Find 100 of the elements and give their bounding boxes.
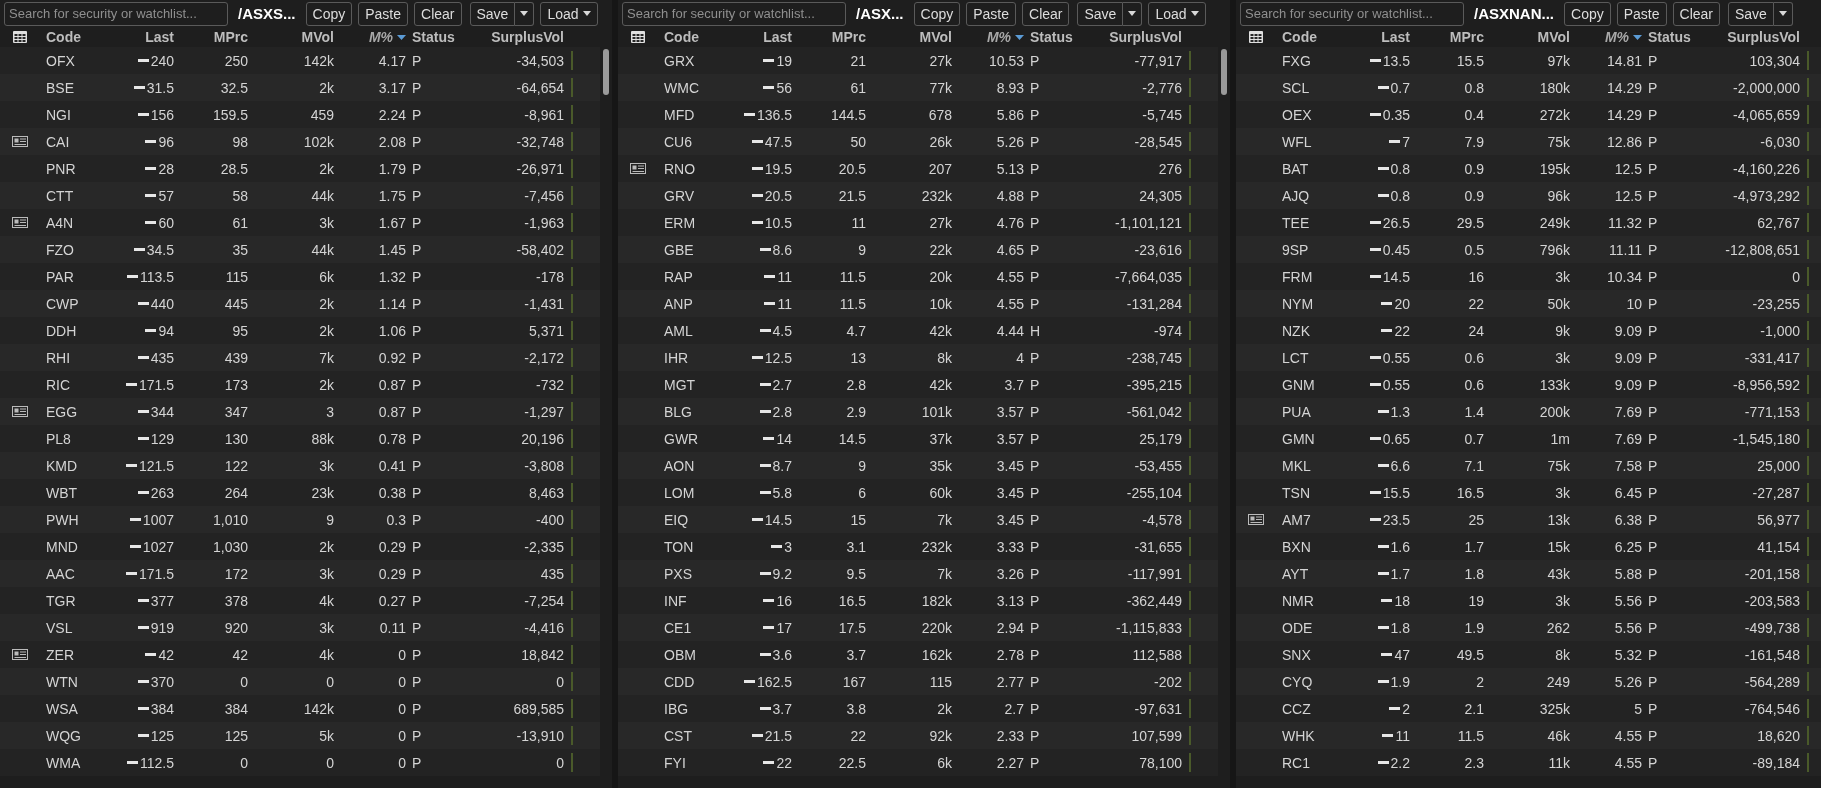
column-header[interactable]: Last (102, 29, 174, 45)
security-code[interactable]: OBM (658, 646, 720, 663)
security-code[interactable]: RC1 (1276, 754, 1338, 771)
security-code[interactable]: CST (658, 727, 720, 744)
security-code[interactable]: ODE (1276, 619, 1338, 636)
dropdown-button[interactable] (1123, 1, 1143, 26)
security-code[interactable]: GRX (658, 52, 720, 69)
security-code[interactable]: GWR (658, 430, 720, 447)
column-header[interactable]: Status (1024, 29, 1080, 45)
security-code[interactable]: TGR (40, 592, 102, 609)
security-code[interactable]: GNM (1276, 376, 1338, 393)
search-field[interactable]: Search for security or watchlist... (1240, 1, 1464, 26)
security-code[interactable]: MND (40, 538, 102, 555)
security-code[interactable]: NYM (1276, 295, 1338, 312)
security-code[interactable]: GBE (658, 241, 720, 258)
security-code[interactable]: BXN (1276, 538, 1338, 555)
column-header[interactable]: SurplusVol (1080, 29, 1182, 45)
column-header[interactable]: Code (40, 29, 102, 45)
security-code[interactable]: WTN (40, 673, 102, 690)
security-code[interactable]: SCL (1276, 79, 1338, 96)
column-header[interactable]: MVol (248, 29, 334, 45)
search-field[interactable]: Search for security or watchlist... (4, 1, 228, 26)
save-button[interactable]: Save (1728, 1, 1774, 26)
security-code[interactable]: INF (658, 592, 720, 609)
security-code[interactable]: CU6 (658, 133, 720, 150)
column-header[interactable]: MVol (866, 29, 952, 45)
security-code[interactable]: ANP (658, 295, 720, 312)
column-header[interactable]: Last (1338, 29, 1410, 45)
column-header[interactable]: MPrc (1410, 29, 1484, 45)
security-code[interactable]: PAR (40, 268, 102, 285)
security-code[interactable]: RIC (40, 376, 102, 393)
security-code[interactable]: KMD (40, 457, 102, 474)
security-code[interactable]: AM7 (1276, 511, 1338, 528)
security-code[interactable]: WFL (1276, 133, 1338, 150)
column-header[interactable]: M% (1570, 29, 1642, 45)
security-code[interactable]: FYI (658, 754, 720, 771)
scrollbar-thumb[interactable] (1221, 49, 1227, 95)
dropdown-button[interactable] (515, 1, 535, 26)
security-code[interactable]: RNO (658, 160, 720, 177)
security-code[interactable]: CE1 (658, 619, 720, 636)
column-header[interactable]: Code (658, 29, 720, 45)
security-code[interactable]: PUA (1276, 403, 1338, 420)
dropdown-button[interactable] (1773, 1, 1793, 26)
security-code[interactable]: TON (658, 538, 720, 555)
security-code[interactable]: FZO (40, 241, 102, 258)
column-header[interactable]: Status (1642, 29, 1698, 45)
security-code[interactable]: RHI (40, 349, 102, 366)
security-code[interactable]: ZER (40, 646, 102, 663)
security-code[interactable]: CWP (40, 295, 102, 312)
security-code[interactable]: BAT (1276, 160, 1338, 177)
security-code[interactable]: AAC (40, 565, 102, 582)
toolbar-button[interactable]: Clear (1672, 1, 1720, 26)
security-code[interactable]: WSA (40, 700, 102, 717)
toolbar-button[interactable]: Copy (1564, 1, 1611, 26)
security-code[interactable]: RAP (658, 268, 720, 285)
security-code[interactable]: BSE (40, 79, 102, 96)
security-code[interactable]: CDD (658, 673, 720, 690)
security-code[interactable]: WBT (40, 484, 102, 501)
security-code[interactable]: NGI (40, 106, 102, 123)
security-code[interactable]: IBG (658, 700, 720, 717)
security-code[interactable]: WMA (40, 754, 102, 771)
security-code[interactable]: NMR (1276, 592, 1338, 609)
security-code[interactable]: PL8 (40, 430, 102, 447)
security-code[interactable]: PNR (40, 160, 102, 177)
column-header[interactable]: SurplusVol (1698, 29, 1800, 45)
security-code[interactable]: VSL (40, 619, 102, 636)
security-code[interactable]: 9SP (1276, 241, 1338, 258)
security-code[interactable]: FXG (1276, 52, 1338, 69)
security-code[interactable]: AON (658, 457, 720, 474)
security-code[interactable]: MGT (658, 376, 720, 393)
security-code[interactable]: CAI (40, 133, 102, 150)
security-code[interactable]: FRM (1276, 268, 1338, 285)
toolbar-button[interactable]: Copy (305, 1, 353, 26)
security-code[interactable]: AYT (1276, 565, 1338, 582)
toolbar-button[interactable]: Paste (966, 1, 1016, 26)
security-code[interactable]: MKL (1276, 457, 1338, 474)
security-code[interactable]: CYQ (1276, 673, 1338, 690)
security-code[interactable]: LCT (1276, 349, 1338, 366)
column-header[interactable]: Status (406, 29, 462, 45)
security-code[interactable]: ERM (658, 214, 720, 231)
security-code[interactable]: TEE (1276, 214, 1338, 231)
toolbar-button[interactable]: Clear (1022, 1, 1070, 26)
save-button[interactable]: Save (1077, 1, 1124, 26)
column-header[interactable]: M% (952, 29, 1024, 45)
security-code[interactable]: TSN (1276, 484, 1338, 501)
toolbar-button[interactable]: Paste (1616, 1, 1667, 26)
security-code[interactable]: CCZ (1276, 700, 1338, 717)
column-header[interactable]: MPrc (792, 29, 866, 45)
save-button[interactable]: Save (469, 1, 516, 26)
load-button[interactable]: Load (540, 1, 598, 26)
security-code[interactable]: EIQ (658, 511, 720, 528)
security-code[interactable]: GMN (1276, 430, 1338, 447)
security-code[interactable]: SNX (1276, 646, 1338, 663)
security-code[interactable]: BLG (658, 403, 720, 420)
security-code[interactable]: IHR (658, 349, 720, 366)
security-code[interactable]: AJQ (1276, 187, 1338, 204)
security-code[interactable]: WHK (1276, 727, 1338, 744)
column-header[interactable]: Last (720, 29, 792, 45)
security-code[interactable]: LOM (658, 484, 720, 501)
security-code[interactable]: DDH (40, 322, 102, 339)
